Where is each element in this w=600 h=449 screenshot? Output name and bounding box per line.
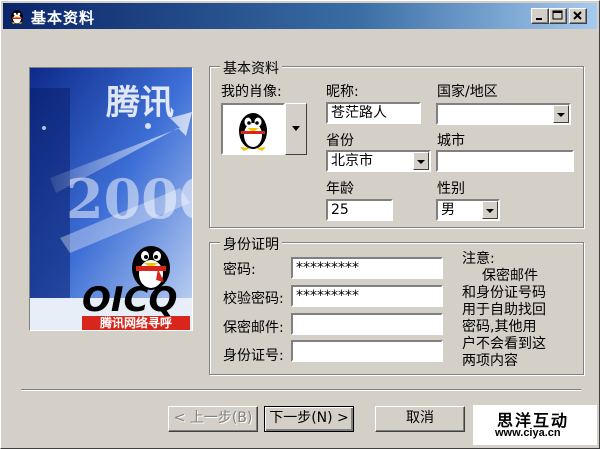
minimize-button[interactable] [531,8,549,24]
note-line: 两项内容 [462,353,518,369]
province-value: 北京市 [331,153,373,169]
note-line: 和身份证号码 [462,285,546,301]
age-input[interactable]: 25 [326,199,393,221]
privacy-note: 注意: 保密邮件 和身份证号码 用于自助找回 密码,其他用 户不会看到这 两项内… [462,251,578,370]
chevron-down-icon[interactable] [553,105,569,123]
banner-brand: OICQ [82,280,177,320]
window-title: 基本资料 [31,9,96,27]
country-label: 国家/地区 [437,84,498,100]
province-label: 省份 [326,133,354,149]
button-separator [21,389,581,391]
note-line: 户不会看到这 [462,336,546,352]
age-label: 年龄 [326,181,354,197]
basic-info-group-title: 基本资料 [220,58,282,78]
country-select[interactable] [436,103,571,125]
oicq-banner: 腾讯 2000 OICQ 腾讯网络寻呼 [29,67,193,331]
avatar-picker[interactable] [221,103,285,155]
close-button[interactable] [569,8,587,24]
id-number-input[interactable] [291,340,443,362]
id-number-label: 身份证号: [223,348,284,364]
maximize-button[interactable] [549,8,567,24]
chevron-down-icon[interactable] [413,152,429,170]
watermark-logo: 思洋互动 www.ciya.cn [473,405,597,445]
secret-email-input[interactable] [291,313,443,335]
confirm-password-label: 校验密码: [223,291,284,307]
title-bar[interactable]: 基本资料 [3,3,597,29]
gender-value: 男 [441,202,455,218]
avatar-dropdown-button[interactable] [285,103,307,155]
secret-email-label: 保密邮件: [223,320,284,336]
password-input[interactable]: ********* [291,257,443,279]
banner-slogan: 腾讯网络寻呼 [99,315,172,330]
note-line: 用于自助找回 [462,302,546,318]
penguin-avatar-icon [239,113,267,151]
gender-select[interactable]: 男 [436,199,500,221]
qq-penguin-icon [11,10,23,24]
city-input[interactable] [436,150,574,172]
password-label: 密码: [223,262,256,278]
close-icon [573,11,582,20]
city-label: 城市 [437,133,465,149]
nickname-label: 昵称: [326,84,359,100]
chevron-down-icon[interactable] [482,201,498,219]
banner-artwork: 腾讯 2000 OICQ 腾讯网络寻呼 [30,68,192,330]
confirm-password-input[interactable]: ********* [291,285,443,307]
gender-label: 性别 [437,181,465,197]
watermark-url: www.ciya.cn [495,427,561,439]
identity-group-title: 身份证明 [220,234,282,254]
nickname-input[interactable]: 苍茫路人 [326,102,421,124]
note-title: 注意: [462,251,495,267]
note-line: 密码,其他用 [462,319,537,335]
banner-headline: 腾讯 [106,83,174,123]
note-line: 保密邮件 [482,268,538,284]
next-button[interactable]: 下一步(N) > [264,406,354,432]
province-select[interactable]: 北京市 [326,150,431,172]
minimize-icon [536,18,542,20]
avatar-label: 我的肖像: [221,84,282,100]
banner-year-digits: 2000 [66,167,192,231]
back-button[interactable]: < 上一步(B) [168,406,258,432]
dialog-window: 基本资料 腾讯 200 OICQ 腾讯网络寻呼 基本资料 我的肖像: 昵称: 苍… [0,0,600,449]
cancel-button[interactable]: 取消 [375,406,465,432]
maximize-icon [552,10,563,20]
